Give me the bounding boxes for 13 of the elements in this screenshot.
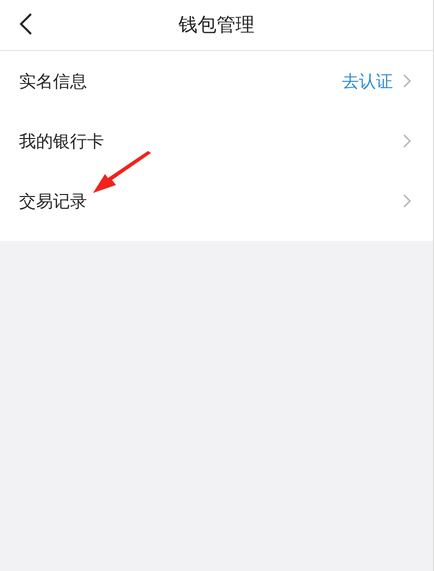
chevron-icon (403, 194, 411, 208)
menu-label: 我的银行卡 (19, 130, 105, 152)
chevron-icon (403, 134, 411, 148)
menu-item[interactable]: 交易记录 (0, 171, 433, 231)
menu-item[interactable]: 我的银行卡 (0, 111, 433, 171)
menu-item[interactable]: 实名信息 去认证 (0, 51, 433, 111)
menu-value: 去认证 (342, 70, 393, 92)
menu-label: 交易记录 (19, 190, 88, 212)
pointer-arrow-drawing (93, 151, 151, 193)
page-title: 钱包管理 (178, 13, 254, 38)
menu-label: 实名信息 (19, 70, 88, 92)
chevron-icon (403, 74, 411, 88)
back-icon (19, 12, 33, 36)
